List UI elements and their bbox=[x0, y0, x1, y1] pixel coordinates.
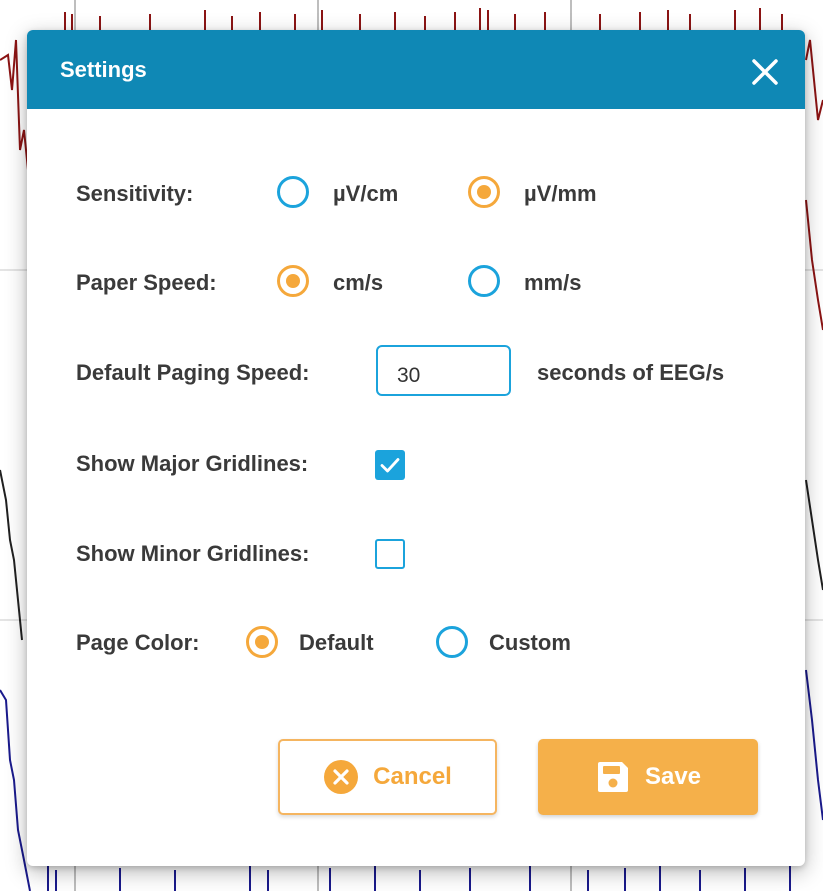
radio-uv-cm[interactable] bbox=[277, 176, 309, 208]
checkmark-icon bbox=[380, 458, 400, 473]
save-button[interactable]: Save bbox=[538, 739, 758, 815]
paging-speed-label: Default Paging Speed: bbox=[76, 360, 310, 385]
dialog-header: Settings bbox=[27, 30, 805, 109]
save-button-label: Save bbox=[644, 763, 702, 790]
minor-gridlines-checkbox[interactable] bbox=[375, 539, 405, 569]
option-mm-s-label: mm/s bbox=[524, 270, 582, 295]
option-uv-cm-label: µV/cm bbox=[333, 181, 399, 206]
option-cm-s-label: cm/s bbox=[333, 270, 384, 295]
dialog-title: Settings bbox=[60, 57, 147, 82]
cancel-button-label: Cancel bbox=[373, 763, 452, 790]
major-gridlines-checkbox[interactable] bbox=[375, 450, 405, 480]
option-uv-mm-label: µV/mm bbox=[524, 181, 597, 206]
major-gridlines-label: Show Major Gridlines: bbox=[76, 451, 309, 476]
paging-speed-unit: seconds of EEG/s bbox=[537, 360, 725, 385]
sensitivity-label: Sensitivity: bbox=[76, 181, 194, 206]
cancel-button[interactable]: Cancel bbox=[278, 739, 497, 815]
page-color-label: Page Color: bbox=[76, 630, 200, 655]
radio-cm-s[interactable] bbox=[277, 265, 309, 297]
radio-custom[interactable] bbox=[436, 626, 468, 658]
radio-uv-mm[interactable] bbox=[468, 176, 500, 208]
cancel-circle-icon bbox=[324, 760, 359, 794]
radio-default[interactable] bbox=[246, 626, 278, 658]
paging-speed-input[interactable] bbox=[376, 345, 511, 396]
close-icon bbox=[752, 59, 778, 85]
paper-speed-label: Paper Speed: bbox=[76, 270, 217, 295]
floppy-disk-icon bbox=[597, 762, 628, 792]
option-default-label: Default bbox=[299, 630, 374, 655]
settings-dialog: Settings Sensitivity: µV/cm µV/mm Paper … bbox=[27, 30, 805, 866]
option-custom-label: Custom bbox=[489, 630, 571, 655]
close-button[interactable] bbox=[745, 52, 785, 92]
radio-mm-s[interactable] bbox=[468, 265, 500, 297]
minor-gridlines-label: Show Minor Gridlines: bbox=[76, 541, 310, 566]
